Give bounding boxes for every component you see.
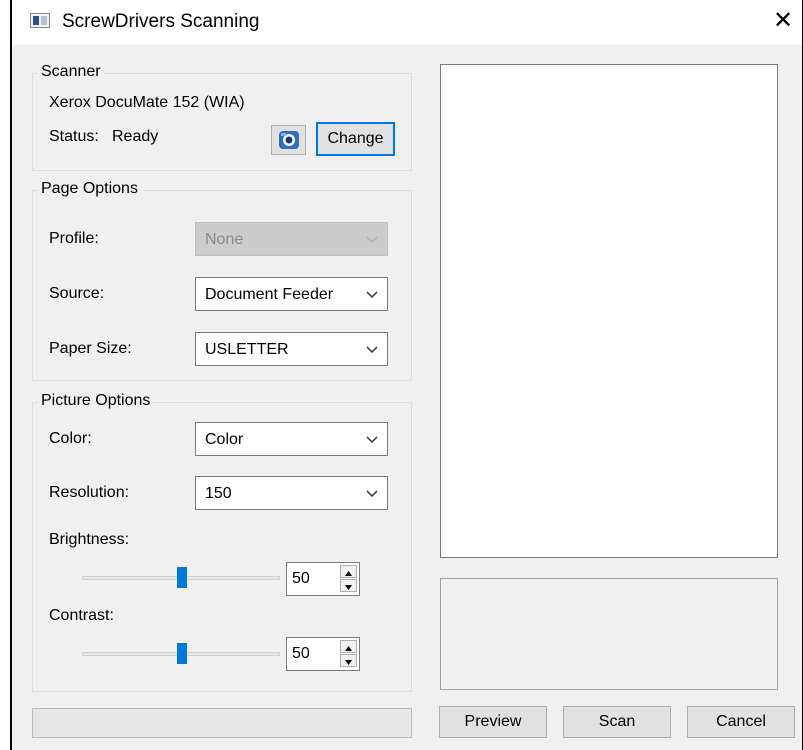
close-icon[interactable]: ✕ — [770, 8, 796, 34]
contrast-value: 50 — [292, 645, 310, 662]
resolution-label: Resolution: — [49, 484, 130, 501]
chevron-down-icon — [366, 236, 378, 244]
brightness-label: Brightness: — [49, 531, 130, 548]
change-scanner-button[interactable]: Change — [316, 122, 395, 156]
paper-size-label: Paper Size: — [49, 340, 132, 357]
scan-button[interactable]: Scan — [563, 706, 671, 738]
triangle-up-icon — [345, 646, 352, 651]
resolution-select[interactable]: 150 — [195, 476, 388, 510]
app-icon — [30, 13, 50, 28]
source-select[interactable]: Document Feeder — [195, 277, 388, 311]
chevron-down-icon — [366, 436, 378, 444]
source-label: Source: — [49, 285, 105, 302]
brightness-slider-thumb[interactable] — [177, 567, 187, 588]
cancel-button[interactable]: Cancel — [687, 706, 795, 738]
scanning-dialog: ScrewDrivers Scanning ✕ Scanner Xerox Do… — [10, 0, 803, 750]
brightness-decrement-button[interactable] — [340, 579, 357, 592]
status-label: Status: — [49, 128, 99, 145]
title-bar: ScrewDrivers Scanning ✕ — [12, 0, 802, 45]
scanner-settings-icon — [279, 131, 299, 149]
resolution-value: 150 — [205, 485, 232, 502]
preview-pane — [440, 64, 778, 558]
paper-size-value: USLETTER — [205, 341, 289, 358]
color-select[interactable]: Color — [195, 422, 388, 456]
brightness-increment-button[interactable] — [340, 565, 357, 578]
chevron-down-icon — [366, 291, 378, 299]
progress-bar — [32, 708, 412, 738]
profile-value: None — [205, 231, 244, 248]
contrast-slider-thumb[interactable] — [177, 643, 187, 664]
scanner-settings-button[interactable] — [271, 125, 306, 155]
picture-options-group-label: Picture Options — [38, 392, 154, 410]
chevron-down-icon — [366, 346, 378, 354]
contrast-decrement-button[interactable] — [340, 654, 357, 667]
profile-select: None — [195, 222, 388, 256]
preview-button[interactable]: Preview — [439, 706, 547, 738]
source-value: Document Feeder — [205, 286, 334, 303]
color-label: Color: — [49, 430, 92, 447]
paper-size-select[interactable]: USLETTER — [195, 332, 388, 366]
contrast-spinner[interactable]: 50 — [286, 637, 360, 671]
brightness-value: 50 — [292, 570, 310, 587]
triangle-up-icon — [345, 571, 352, 576]
brightness-spinner[interactable]: 50 — [286, 562, 360, 596]
profile-label: Profile: — [49, 230, 99, 247]
info-panel — [440, 578, 778, 690]
chevron-down-icon — [366, 490, 378, 498]
contrast-label: Contrast: — [49, 607, 114, 624]
color-value: Color — [205, 431, 244, 448]
scanner-group-label: Scanner — [38, 63, 104, 81]
triangle-down-icon — [345, 660, 352, 665]
triangle-down-icon — [345, 585, 352, 590]
window-title: ScrewDrivers Scanning — [62, 11, 260, 32]
status-value: Ready — [112, 128, 159, 145]
contrast-increment-button[interactable] — [340, 640, 357, 653]
scanner-device-name: Xerox DocuMate 152 (WIA) — [49, 94, 245, 111]
page-options-group-label: Page Options — [38, 180, 141, 198]
